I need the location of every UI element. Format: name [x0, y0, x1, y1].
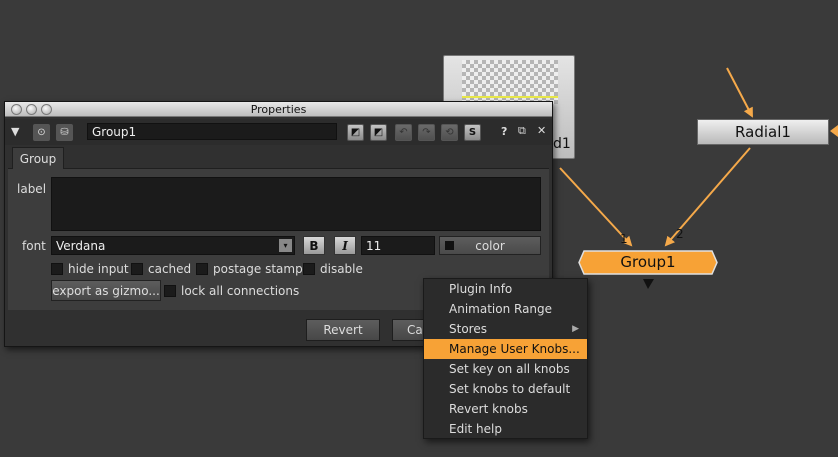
menu-item-label: Revert knobs: [449, 402, 528, 416]
read-node-label: d1: [553, 136, 571, 152]
menu-item-manage-user-knobs[interactable]: Manage User Knobs...: [424, 339, 587, 359]
bold-button[interactable]: B: [303, 236, 325, 255]
window-title: Properties: [250, 103, 307, 116]
read-thumbnail: [462, 60, 558, 104]
radial-node-label: Radial1: [735, 123, 791, 141]
cached-label: cached: [148, 262, 192, 276]
font-knob-label: font: [22, 239, 46, 253]
group-output-arrow: [643, 279, 654, 289]
label-knob-label: label: [17, 182, 47, 196]
revert-icon[interactable]: ⟲: [441, 124, 458, 141]
window-titlebar[interactable]: Properties: [5, 102, 552, 117]
hide-input-label: hide input: [68, 262, 129, 276]
lock-all-connections-checkbox[interactable]: [164, 285, 176, 297]
label-textarea[interactable]: [51, 177, 541, 231]
edge-into-radial: [726, 67, 753, 118]
input-color-icon[interactable]: ◩: [347, 124, 364, 141]
menu-item-animation-range[interactable]: Animation Range: [424, 299, 587, 319]
collapse-triangle-icon[interactable]: ▼: [11, 125, 19, 138]
radial-node[interactable]: Radial1: [697, 119, 829, 145]
menu-item-edit-help[interactable]: Edit help: [424, 419, 587, 439]
close-panel-icon[interactable]: ✕: [537, 124, 546, 137]
group-node-label: Group1: [620, 253, 676, 271]
cached-checkbox[interactable]: [131, 263, 143, 275]
color-swatch: [445, 241, 454, 250]
tile-color-icon[interactable]: ◩: [370, 124, 387, 141]
store-button[interactable]: S: [464, 124, 481, 141]
export-as-gizmo-button[interactable]: export as gizmo...: [51, 280, 161, 301]
menu-item-set-knobs-default[interactable]: Set knobs to default: [424, 379, 587, 399]
italic-button[interactable]: I: [334, 236, 356, 255]
context-menu: Plugin Info Animation Range Stores ▶ Man…: [423, 278, 588, 439]
redo-icon[interactable]: ↷: [418, 124, 435, 141]
center-node-icon[interactable]: ⊙: [33, 124, 50, 141]
menu-item-label: Manage User Knobs...: [449, 342, 580, 356]
color-button-label: color: [475, 238, 505, 253]
menu-item-label: Stores: [449, 322, 487, 336]
thumbnail-line: [462, 96, 558, 98]
postage-stamp-checkbox[interactable]: [196, 263, 208, 275]
node-name-input[interactable]: Group1: [87, 123, 337, 140]
disable-checkbox[interactable]: [303, 263, 315, 275]
menu-item-set-key-all-knobs[interactable]: Set key on all knobs: [424, 359, 587, 379]
menu-item-revert-knobs[interactable]: Revert knobs: [424, 399, 587, 419]
font-size-input[interactable]: 11: [361, 236, 435, 255]
edge-arrow-right-radial: [830, 125, 838, 137]
properties-toolbar: ▼ ⊙ ⛁ Group1 ◩ ◩ ↶ ↷ ⟲ S ? ⧉ ✕: [5, 119, 552, 145]
node-icon[interactable]: ⛁: [56, 124, 73, 141]
menu-item-label: Plugin Info: [449, 282, 513, 296]
submenu-arrow-icon: ▶: [572, 324, 579, 334]
hide-input-checkbox[interactable]: [51, 263, 63, 275]
lock-all-connections-label: lock all connections: [181, 284, 300, 298]
menu-item-label: Animation Range: [449, 302, 553, 316]
font-select-value: Verdana: [56, 239, 106, 253]
menu-item-label: Set knobs to default: [449, 382, 571, 396]
group-input-1-label: 1: [620, 232, 628, 246]
postage-stamp-label: postage stamp: [213, 262, 303, 276]
menu-item-stores[interactable]: Stores ▶: [424, 319, 587, 339]
tab-group[interactable]: Group: [12, 147, 64, 169]
menu-item-label: Set key on all knobs: [449, 362, 570, 376]
menu-item-plugin-info[interactable]: Plugin Info: [424, 279, 587, 299]
disable-label: disable: [320, 262, 363, 276]
font-select[interactable]: Verdana ▾: [51, 236, 295, 255]
group-input-2-label: 2: [676, 227, 684, 241]
dropdown-arrow-icon: ▾: [279, 239, 292, 252]
float-panel-icon[interactable]: ⧉: [518, 124, 526, 138]
help-icon[interactable]: ?: [501, 125, 507, 138]
undo-icon[interactable]: ↶: [395, 124, 412, 141]
group-node[interactable]: Group1: [578, 250, 718, 275]
revert-button[interactable]: Revert: [306, 319, 380, 341]
menu-item-label: Edit help: [449, 422, 502, 436]
color-button[interactable]: color: [439, 236, 541, 255]
